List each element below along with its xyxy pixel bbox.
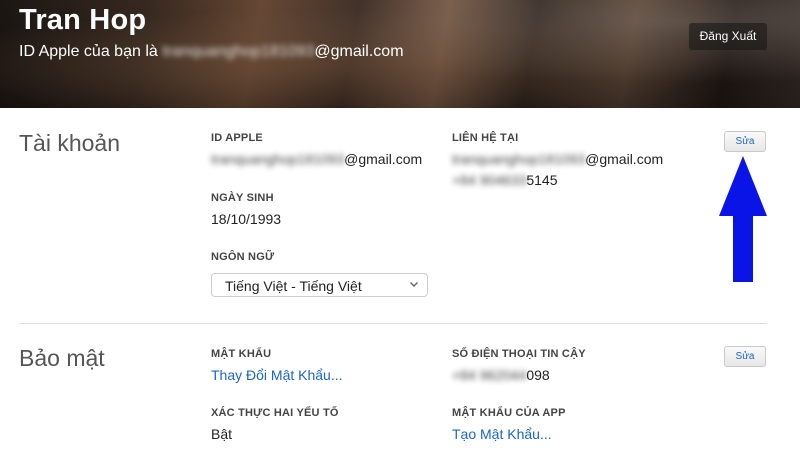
apple-id-redacted: tranquanghop181093 — [162, 43, 315, 60]
account-section-title: Tài khoản — [19, 130, 121, 156]
account-edit-button[interactable]: Sửa — [724, 131, 766, 152]
language-select[interactable]: Tiếng Việt - Tiếng Việt — [211, 273, 428, 297]
apple-id-label: ID APPLE — [211, 132, 263, 144]
section-divider — [19, 323, 767, 324]
signout-button[interactable]: Đăng Xuất — [689, 23, 767, 50]
apple-id-domain: @gmail.com — [314, 43, 404, 60]
password-label: MẬT KHẨU — [211, 348, 272, 360]
apple-id-line: ID Apple của bạn là tranquanghop181093@g… — [19, 43, 404, 61]
language-label: NGÔN NGỮ — [211, 251, 275, 263]
two-factor-label: XÁC THỰC HAI YẾU TỐ — [211, 407, 339, 419]
user-name: Tran Hop — [19, 4, 147, 36]
apple-id-prefix: ID Apple của bạn là — [19, 43, 158, 60]
app-password-label: MẬT KHẨU CỦA APP — [452, 407, 566, 419]
chevron-down-icon — [410, 282, 418, 287]
trusted-phone-value: +84 962044098 — [452, 367, 550, 383]
trusted-phone-ending: 098 — [526, 367, 550, 383]
contact-email-domain: @gmail.com — [585, 151, 664, 167]
apple-id-value-domain: @gmail.com — [344, 151, 423, 167]
arrow-up-icon — [719, 156, 767, 282]
contact-label: LIÊN HỆ TẠI — [452, 132, 519, 144]
create-app-password-link[interactable]: Tạo Mật Khẩu... — [452, 426, 552, 442]
language-selected-value: Tiếng Việt - Tiếng Việt — [225, 278, 362, 294]
apple-id-value-redacted: tranquanghop181093 — [211, 151, 345, 167]
change-password-link[interactable]: Thay Đổi Mật Khẩu... — [211, 367, 343, 383]
apple-id-value: tranquanghop181093@gmail.com — [211, 151, 422, 167]
two-factor-value: Bật — [211, 426, 233, 442]
trusted-phone-label: SỐ ĐIỆN THOẠI TIN CẬY — [452, 348, 586, 360]
profile-header: Tran Hop ID Apple của bạn là tranquangho… — [0, 0, 800, 108]
contact-phone-redacted: +84 904633 — [452, 172, 527, 188]
contact-email-value: tranquanghop181093@gmail.com — [452, 151, 663, 167]
security-edit-button[interactable]: Sửa — [724, 346, 766, 367]
birthday-label: NGÀY SINH — [211, 192, 274, 204]
birthday-value: 18/10/1993 — [211, 211, 282, 227]
trusted-phone-redacted: +84 962044 — [452, 367, 527, 383]
contact-phone-ending: 5145 — [526, 172, 558, 188]
contact-email-redacted: tranquanghop181093 — [452, 151, 586, 167]
contact-phone-value: +84 9046335145 — [452, 172, 558, 188]
security-section-title: Bảo mật — [19, 345, 105, 371]
